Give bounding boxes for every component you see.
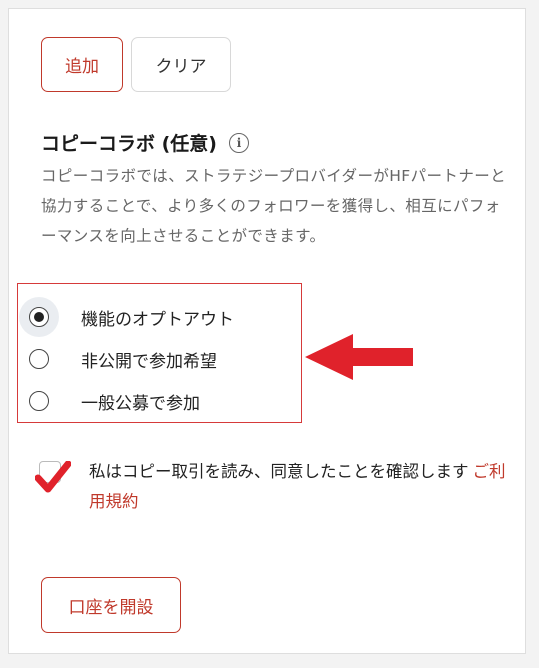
agreement-text: 私はコピー取引を読み、同意したことを確認します <box>89 462 469 481</box>
radio-button[interactable] <box>29 307 49 327</box>
agreement-text-block: 私はコピー取引を読み、同意したことを確認します ご利用規約 <box>89 457 509 517</box>
open-account-button[interactable]: 口座を開設 <box>41 577 181 633</box>
copy-collab-description: コピーコラボでは、ストラテジープロバイダーがHFパートナーと協力することで、より… <box>41 167 507 245</box>
left-arrow-icon <box>305 334 413 380</box>
radio-button[interactable] <box>29 391 49 411</box>
radio-option-public[interactable]: 一般公募で参加 <box>29 381 200 421</box>
radio-focus-ring <box>19 297 59 337</box>
copy-collab-header: コピーコラボ (任意) i <box>41 129 249 156</box>
radio-selected-dot <box>34 312 44 322</box>
radio-label: 一般公募で参加 <box>81 393 200 414</box>
radio-option-private[interactable]: 非公開で参加希望 <box>29 339 217 379</box>
clear-button[interactable]: クリア <box>131 37 231 92</box>
form-card: 追加 クリア コピーコラボ (任意) i コピーコラボでは、ストラテジープロバイ… <box>8 8 526 654</box>
add-button[interactable]: 追加 <box>41 37 123 92</box>
radio-label: 非公開で参加希望 <box>81 351 217 372</box>
radio-label: 機能のオプトアウト <box>81 309 234 330</box>
radio-option-opt-out[interactable]: 機能のオプトアウト <box>19 297 234 337</box>
info-icon[interactable]: i <box>228 132 249 153</box>
radio-focus-ring <box>19 381 59 421</box>
copy-collab-title: コピーコラボ (任意) <box>41 133 217 155</box>
agreement-row: 私はコピー取引を読み、同意したことを確認します ご利用規約 <box>35 457 509 517</box>
radio-button[interactable] <box>29 349 49 369</box>
radio-focus-ring <box>19 339 59 379</box>
checkmark-icon <box>35 461 71 493</box>
